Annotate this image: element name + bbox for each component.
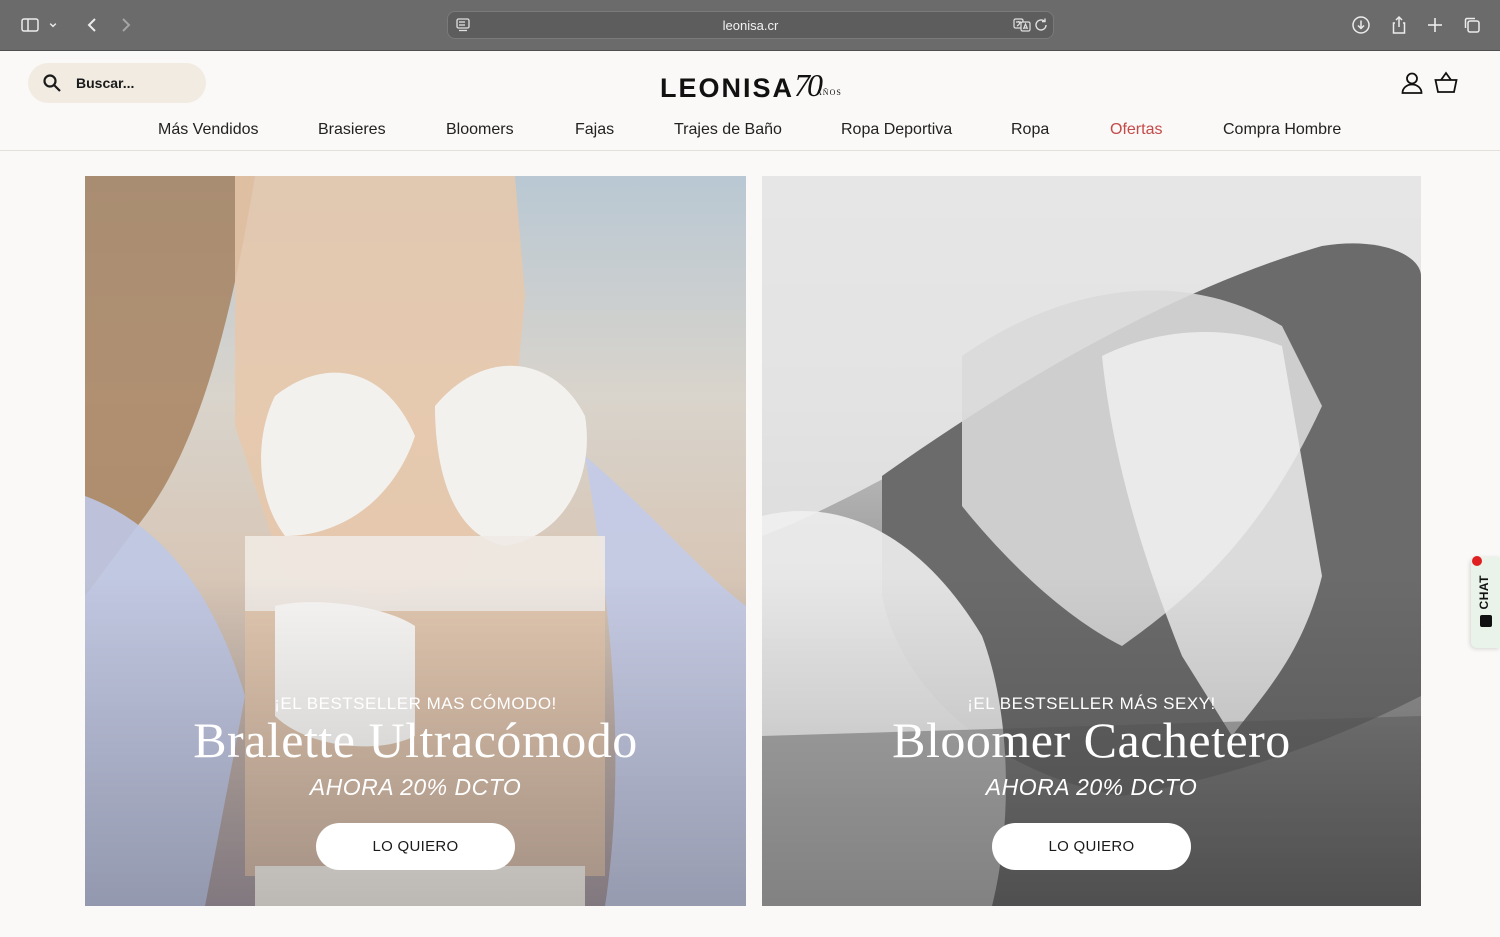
nav-item-compra-hombre[interactable]: Compra Hombre — [1223, 121, 1341, 139]
nav-item-ropa-deportiva[interactable]: Ropa Deportiva — [841, 121, 952, 139]
new-tab-plus-icon[interactable] — [1423, 13, 1447, 37]
hero-promo: AHORA 20% DCTO — [309, 774, 522, 800]
anniversary-word: AÑOS — [816, 88, 842, 97]
site-header: LEONISA 70 AÑOS Más Vendidos Brasieres B… — [0, 51, 1500, 151]
site-logo[interactable]: LEONISA 70 AÑOS — [660, 65, 846, 105]
nav-item-ropa[interactable]: Ropa — [1011, 121, 1049, 139]
chevron-down-icon[interactable] — [46, 13, 60, 37]
translate-icon[interactable] — [1013, 17, 1031, 33]
anniversary-number: 70 — [794, 67, 823, 103]
chat-tab[interactable]: CHAT — [1471, 556, 1500, 648]
nav-item-fajas[interactable]: Fajas — [575, 121, 614, 139]
account-icon[interactable] — [1399, 70, 1425, 96]
anniversary-badge: 70 AÑOS — [794, 67, 846, 105]
hero-title: Bralette Ultracómodo — [193, 712, 638, 768]
notification-dot-icon — [1472, 556, 1482, 566]
reload-icon[interactable] — [1033, 17, 1049, 33]
tab-overview-icon[interactable] — [1460, 13, 1484, 37]
nav-item-bloomers[interactable]: Bloomers — [446, 121, 514, 139]
main-navigation: Más Vendidos Brasieres Bloomers Fajas Tr… — [0, 121, 1500, 145]
shopping-basket-icon[interactable] — [1433, 70, 1459, 96]
url-text[interactable]: leonisa.cr — [448, 18, 1053, 33]
downloads-icon[interactable] — [1349, 13, 1373, 37]
hero-title: Bloomer Cachetero — [892, 712, 1291, 768]
search-box[interactable] — [28, 63, 206, 103]
nav-item-mas-vendidos[interactable]: Más Vendidos — [158, 121, 259, 139]
address-bar[interactable]: leonisa.cr — [447, 11, 1054, 39]
lo-quiero-button[interactable]: LO QUIERO — [992, 823, 1191, 870]
hero-promo: AHORA 20% DCTO — [985, 774, 1198, 800]
hero-banner-bloomer[interactable]: ¡EL BESTSELLER MÁS SEXY! Bloomer Cachete… — [762, 176, 1421, 906]
share-icon[interactable] — [1387, 13, 1411, 37]
nav-item-ofertas[interactable]: Ofertas — [1110, 121, 1162, 139]
hero-banner-bralette[interactable]: ¡EL BESTSELLER MAS CÓMODO! Bralette Ultr… — [85, 176, 746, 906]
sidebar-toggle-icon[interactable] — [18, 13, 42, 37]
chat-label: CHAT — [1477, 575, 1491, 610]
brand-wordmark: LEONISA — [660, 73, 795, 103]
back-arrow-icon[interactable] — [80, 13, 104, 37]
search-input[interactable] — [76, 72, 196, 94]
chat-bubble-icon — [1480, 615, 1492, 627]
search-icon[interactable] — [42, 73, 62, 93]
browser-toolbar: leonisa.cr — [0, 0, 1500, 51]
nav-item-brasieres[interactable]: Brasieres — [318, 121, 386, 139]
forward-arrow-icon[interactable] — [114, 13, 138, 37]
lo-quiero-button[interactable]: LO QUIERO — [316, 823, 515, 870]
nav-item-trajes-de-bano[interactable]: Trajes de Baño — [674, 121, 782, 139]
